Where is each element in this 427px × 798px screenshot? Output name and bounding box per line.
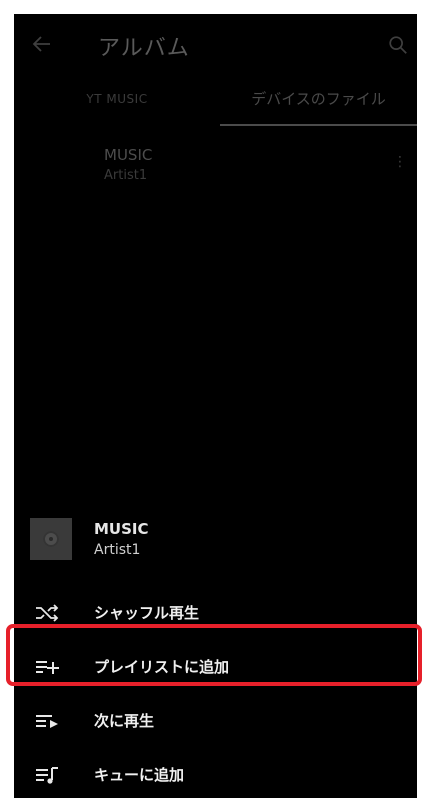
sheet-track-title: MUSIC [94, 520, 149, 538]
bottom-sheet-header: MUSIC Artist1 [14, 514, 417, 570]
back-arrow-icon[interactable] [30, 32, 54, 56]
track-list-item[interactable]: MUSIC Artist1 ⋮ [14, 144, 417, 194]
track-title: MUSIC [104, 146, 153, 164]
menu-label-play-next: 次に再生 [94, 712, 155, 730]
disc-center [49, 537, 53, 541]
tab-bar: YT MUSIC デバイスのファイル [14, 84, 417, 128]
tab-yt-music[interactable]: YT MUSIC [14, 84, 220, 124]
active-tab-indicator [220, 124, 417, 126]
sheet-track-artist: Artist1 [94, 542, 141, 558]
tab-device-files[interactable]: デバイスのファイル [220, 84, 417, 124]
shuffle-icon [36, 604, 59, 622]
play-next-icon [36, 715, 58, 728]
page-title: アルバム [98, 36, 190, 61]
search-icon[interactable] [387, 34, 409, 56]
album-thumbnail [30, 518, 72, 560]
add-to-queue-icon [36, 767, 58, 784]
menu-label-add-to-queue: キューに追加 [94, 766, 185, 784]
menu-label-shuffle: シャッフル再生 [94, 604, 200, 622]
highlight-frame [6, 624, 422, 686]
menu-item-add-to-queue[interactable]: キューに追加 [14, 752, 417, 798]
track-artist: Artist1 [104, 168, 148, 183]
menu-item-play-next[interactable]: 次に再生 [14, 698, 417, 744]
top-app-bar: アルバム [14, 14, 417, 74]
more-options-icon[interactable]: ⋮ [393, 154, 407, 170]
